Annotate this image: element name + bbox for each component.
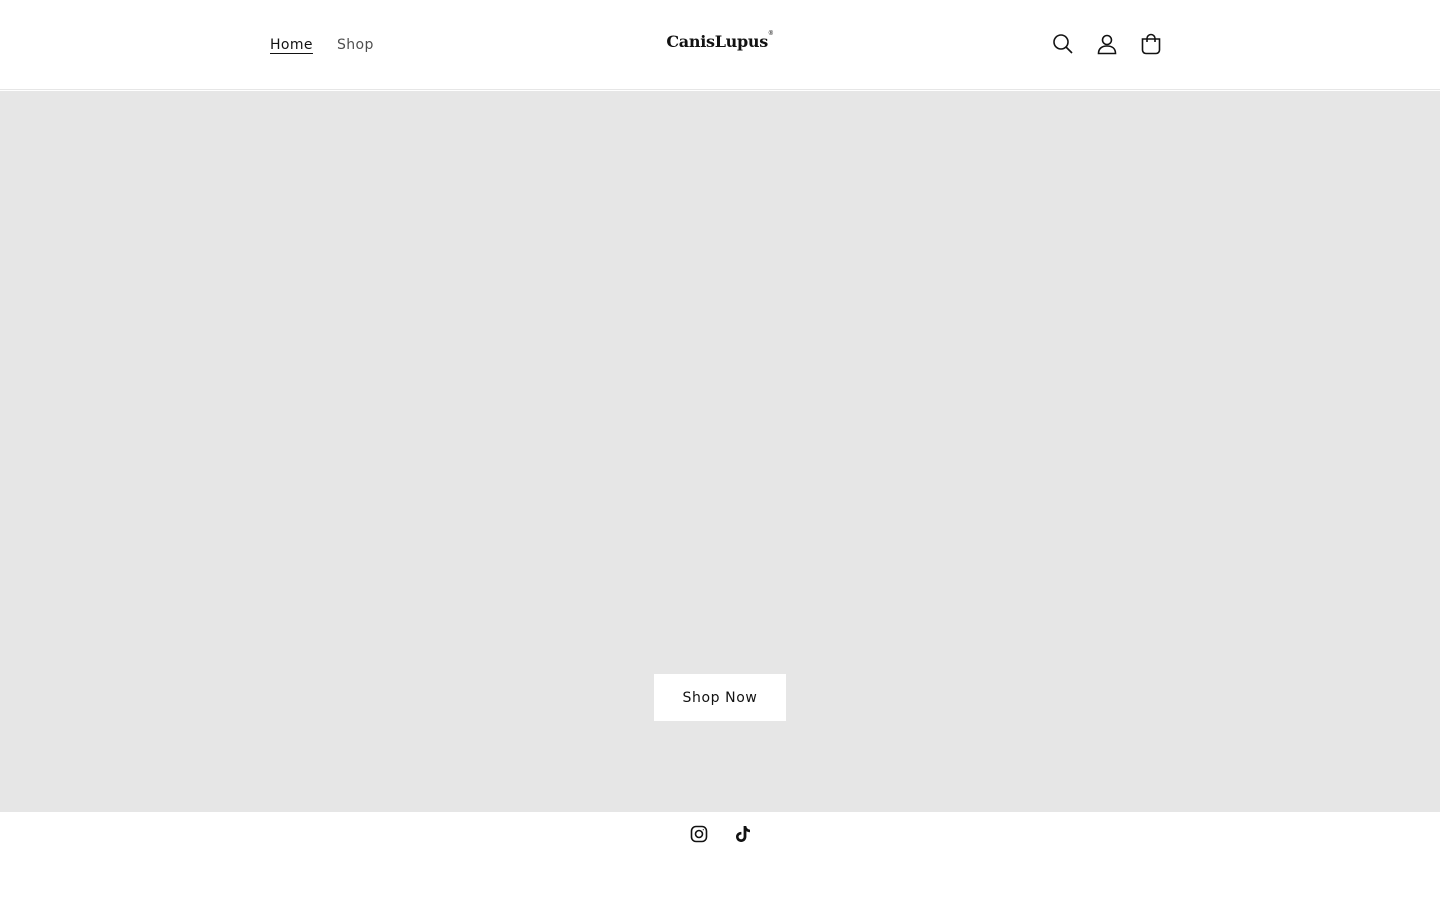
search-icon <box>1053 34 1073 54</box>
social-links <box>677 812 765 856</box>
tiktok-link[interactable] <box>721 812 765 856</box>
instagram-icon <box>690 825 708 843</box>
header-actions <box>1041 22 1173 66</box>
shop-now-button[interactable]: Shop Now <box>654 674 786 721</box>
logo-registered-mark: ® <box>767 30 774 37</box>
hero-banner: Shop Now <box>0 91 1440 812</box>
search-button[interactable] <box>1041 22 1085 66</box>
account-icon <box>1097 34 1117 55</box>
cart-button[interactable] <box>1129 22 1173 66</box>
logo-link[interactable]: CanisLupus® <box>666 30 774 51</box>
instagram-link[interactable] <box>677 812 721 856</box>
site-header: Home Shop CanisLupus® <box>0 0 1440 90</box>
site-logo: CanisLupus® <box>0 30 1440 51</box>
nav-link-shop[interactable]: Shop <box>337 34 374 56</box>
nav-link-home[interactable]: Home <box>270 34 313 56</box>
logo-text: CanisLupus <box>666 32 768 51</box>
account-button[interactable] <box>1085 22 1129 66</box>
cart-icon <box>1141 33 1161 55</box>
site-footer <box>0 812 1440 900</box>
main-nav: Home Shop <box>270 34 374 56</box>
tiktok-icon <box>736 826 750 842</box>
